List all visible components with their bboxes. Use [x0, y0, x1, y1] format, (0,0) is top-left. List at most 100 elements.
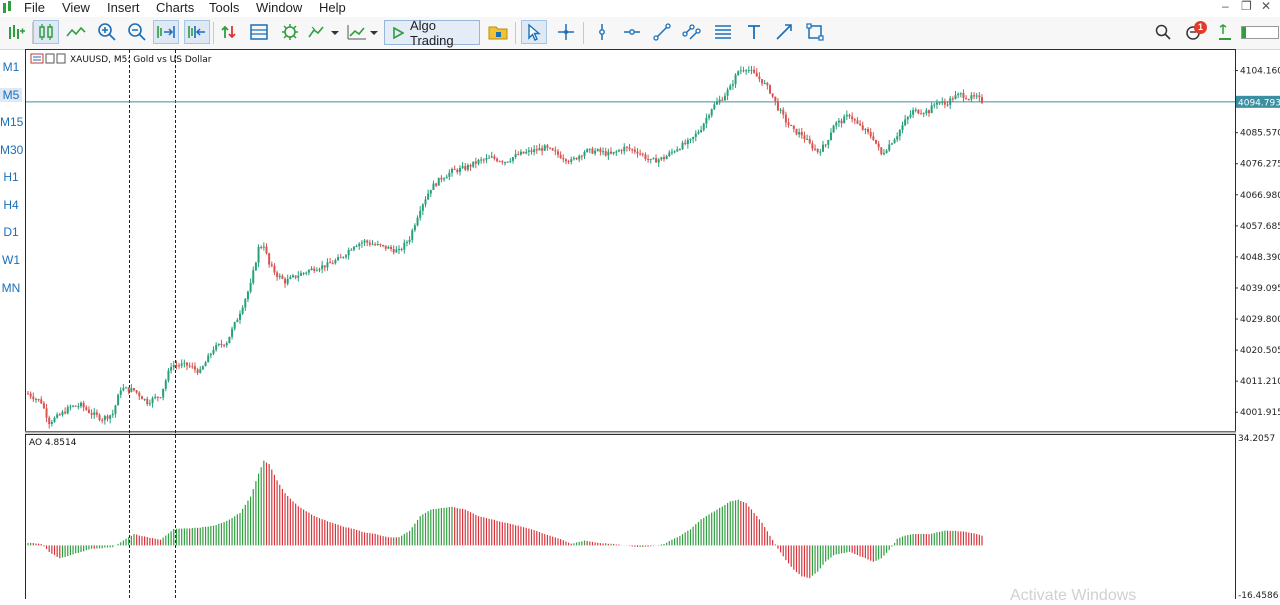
price-candle	[265, 243, 268, 255]
price-candle	[172, 360, 175, 371]
price-candle	[34, 397, 37, 403]
price-candle	[413, 223, 416, 232]
price-candle	[747, 66, 750, 73]
price-candle	[734, 73, 737, 89]
price-candle	[427, 189, 430, 200]
price-candle	[138, 391, 141, 401]
price-candle	[50, 420, 53, 427]
price-candle	[962, 89, 965, 102]
price-candle	[763, 80, 766, 85]
price-candle	[676, 146, 679, 153]
price-candle	[167, 368, 170, 383]
price-candle	[538, 143, 541, 151]
price-candle	[313, 266, 316, 274]
price-candle	[498, 160, 501, 163]
price-candle	[231, 326, 234, 340]
price-candle	[496, 157, 499, 163]
price-candle	[541, 145, 544, 156]
price-candle	[856, 117, 859, 125]
price-candle	[575, 157, 578, 161]
price-axis-label: 4029.800	[1240, 315, 1280, 325]
price-candle	[504, 161, 506, 166]
price-candle	[533, 145, 536, 156]
price-candle	[286, 274, 289, 286]
price-candle	[374, 242, 377, 246]
price-candle	[660, 156, 663, 161]
price-candle	[668, 150, 671, 158]
price-candle	[943, 98, 946, 109]
price-candle	[212, 346, 215, 356]
price-axis-label: 4076.275	[1240, 160, 1280, 170]
price-candle	[800, 127, 803, 139]
price-candle	[294, 275, 297, 280]
price-candle	[718, 95, 721, 105]
price-candle	[207, 352, 210, 363]
price-candle	[623, 143, 626, 155]
price-axis-label: 4011.210	[1240, 377, 1280, 387]
price-axis-label: 4104.160	[1240, 67, 1280, 77]
price-candle	[472, 161, 475, 169]
price-candle	[228, 336, 231, 344]
price-candle	[246, 290, 249, 303]
price-candle	[443, 177, 446, 182]
price-candle	[959, 92, 962, 98]
price-candle	[580, 154, 583, 161]
price-candle	[549, 147, 552, 150]
price-candle	[697, 129, 700, 135]
activate-windows-watermark: Activate Windows	[1010, 587, 1137, 604]
price-candle	[191, 362, 194, 369]
price-candle	[384, 245, 387, 251]
price-candle	[435, 182, 438, 187]
price-candle	[965, 95, 968, 100]
price-candle	[376, 240, 379, 246]
price-candle	[681, 140, 684, 150]
price-candle	[159, 397, 162, 399]
price-candle	[225, 341, 228, 348]
price-candle	[824, 143, 827, 148]
price-candle	[146, 396, 149, 406]
price-candle	[32, 392, 35, 402]
price-candle	[708, 113, 711, 121]
price-candle	[151, 396, 154, 408]
price-candle	[530, 147, 533, 155]
price-candle	[925, 107, 928, 116]
price-candle	[358, 242, 361, 250]
price-candle	[559, 151, 562, 159]
price-candle	[281, 274, 284, 280]
price-candle	[318, 267, 321, 273]
price-candle	[111, 409, 114, 418]
price-candle	[310, 266, 313, 271]
price-candle	[678, 148, 681, 151]
price-candle	[315, 267, 318, 272]
price-candle	[482, 158, 485, 164]
price-candle	[599, 147, 602, 156]
price-candle	[673, 150, 676, 154]
price-candle	[398, 245, 400, 254]
price-candle	[29, 391, 32, 399]
chart-canvas[interactable]: 4104.160 4094.793 4085.570 4076.275 4066.980…	[0, 0, 1280, 599]
price-axis-label: 4085.570	[1240, 129, 1280, 139]
price-candle	[42, 401, 45, 410]
price-candle	[702, 122, 705, 132]
price-candle	[127, 387, 130, 395]
price-candle	[273, 263, 276, 276]
price-candle	[95, 409, 98, 418]
price-candle	[109, 414, 112, 424]
price-candle	[543, 144, 546, 152]
price-candle	[148, 399, 151, 407]
price-candle	[268, 252, 271, 268]
price-candle	[843, 114, 846, 124]
price-candle	[183, 359, 186, 368]
price-axis-label: 4001.915	[1240, 408, 1280, 418]
price-candle	[769, 84, 771, 95]
price-candle	[350, 248, 353, 251]
price-candle	[249, 278, 252, 294]
price-candle	[705, 113, 708, 129]
price-candle	[596, 148, 599, 152]
price-candle	[363, 238, 366, 247]
price-candle	[69, 404, 72, 411]
price-candle	[652, 157, 655, 160]
price-candle	[464, 162, 467, 172]
price-candle	[80, 401, 82, 409]
price-candle	[700, 125, 703, 134]
